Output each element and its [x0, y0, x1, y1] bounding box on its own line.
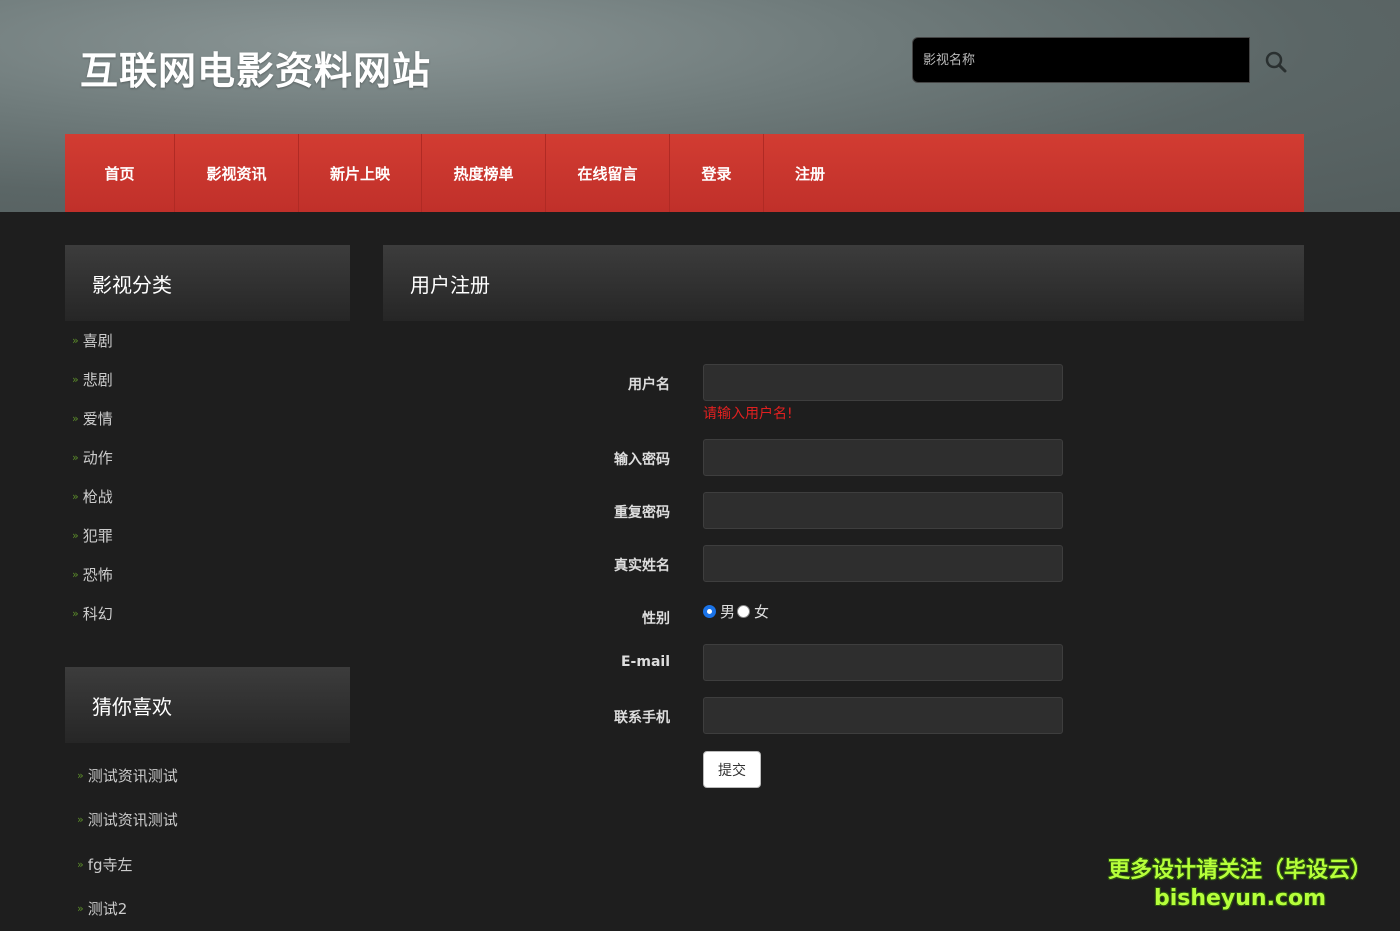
category-item[interactable]: » 爱情	[72, 399, 113, 438]
recommend-label: 测试2	[87, 900, 128, 919]
email-label: E-mail	[620, 654, 670, 670]
real-name-label: 真实姓名	[614, 558, 670, 574]
search-input[interactable]	[913, 38, 1249, 82]
nav-item-new-releases[interactable]: 新片上映	[299, 134, 422, 212]
category-list: » 喜剧 » 悲剧 » 爱情 » 动作 » 枪战 » 犯罪 » 恐怖 » 科幻	[72, 321, 113, 633]
nav-item-register[interactable]: 注册	[764, 134, 856, 212]
category-label: 动作	[82, 449, 113, 467]
category-label: 喜剧	[82, 332, 113, 350]
category-item[interactable]: » 枪战	[72, 477, 113, 516]
gender-radio-group: 男 女	[703, 601, 769, 622]
gender-male-radio[interactable]	[703, 605, 716, 618]
gender-female-label[interactable]: 女	[754, 601, 769, 622]
bullet-icon: »	[72, 451, 79, 464]
recommend-panel-title: 猜你喜欢	[65, 667, 350, 743]
username-field[interactable]	[703, 364, 1063, 401]
gender-label: 性别	[642, 611, 670, 627]
search-icon[interactable]	[1262, 48, 1290, 76]
watermark: 更多设计请关注（毕设云） bisheyun.com	[1108, 852, 1372, 911]
bullet-icon: »	[72, 568, 79, 581]
recommend-item[interactable]: » fg寺左	[77, 842, 178, 887]
site-title[interactable]: 互联网电影资料网站	[80, 40, 431, 95]
category-label: 恐怖	[82, 566, 113, 584]
nav-item-login[interactable]: 登录	[670, 134, 764, 212]
category-item[interactable]: » 科幻	[72, 594, 113, 633]
page-title: 用户注册	[383, 245, 1304, 321]
gender-male-label[interactable]: 男	[720, 601, 735, 622]
gender-female-radio[interactable]	[737, 605, 751, 618]
bullet-icon: »	[72, 373, 79, 386]
nav-item-guestbook[interactable]: 在线留言	[546, 134, 670, 212]
password-field[interactable]	[703, 439, 1063, 476]
bullet-icon: »	[72, 412, 79, 425]
bullet-icon: »	[72, 490, 79, 503]
category-panel-title: 影视分类	[65, 245, 350, 321]
search-box[interactable]	[912, 37, 1250, 83]
nav-item-home[interactable]: 首页	[65, 134, 175, 212]
password-label: 输入密码	[614, 452, 670, 468]
recommend-list: » 测试资讯测试 » 测试资讯测试 » fg寺左 » 测试2	[77, 753, 178, 931]
username-error: 请输入用户名!	[703, 406, 793, 422]
watermark-line2: bisheyun.com	[1153, 886, 1327, 911]
bullet-icon: »	[77, 813, 84, 827]
phone-label: 联系手机	[614, 710, 670, 726]
repeat-password-label: 重复密码	[614, 505, 670, 521]
username-label: 用户名	[628, 377, 670, 393]
watermark-line1: 更多设计请关注（毕设云）	[1107, 858, 1372, 883]
bullet-icon: »	[72, 334, 79, 347]
category-item[interactable]: » 悲剧	[72, 360, 113, 399]
repeat-password-field[interactable]	[703, 492, 1063, 529]
bullet-icon: »	[77, 768, 84, 782]
real-name-field[interactable]	[703, 545, 1063, 582]
email-field[interactable]	[703, 644, 1063, 681]
bullet-icon: »	[72, 607, 79, 620]
recommend-item[interactable]: » 测试资讯测试	[77, 798, 178, 843]
recommend-item[interactable]: » 测试资讯测试	[77, 753, 178, 798]
category-item[interactable]: » 犯罪	[72, 516, 113, 555]
category-label: 枪战	[82, 488, 113, 506]
recommend-item[interactable]: » 测试2	[77, 887, 178, 931]
category-label: 科幻	[82, 605, 113, 623]
category-label: 悲剧	[82, 371, 113, 389]
recommend-label: fg寺左	[87, 855, 133, 874]
bullet-icon: »	[77, 902, 84, 916]
recommend-label: 测试资讯测试	[87, 811, 178, 830]
nav-item-hot-ranking[interactable]: 热度榜单	[422, 134, 546, 212]
category-item[interactable]: » 喜剧	[72, 321, 113, 360]
category-label: 犯罪	[82, 527, 113, 545]
recommend-label: 测试资讯测试	[87, 766, 178, 785]
nav-item-news[interactable]: 影视资讯	[175, 134, 299, 212]
category-item[interactable]: » 动作	[72, 438, 113, 477]
category-item[interactable]: » 恐怖	[72, 555, 113, 594]
category-label: 爱情	[82, 410, 113, 428]
bullet-icon: »	[77, 857, 84, 871]
bullet-icon: »	[72, 529, 79, 542]
main-nav: 首页 影视资讯 新片上映 热度榜单 在线留言 登录 注册	[65, 134, 1304, 212]
submit-button[interactable]: 提交	[703, 751, 761, 788]
phone-field[interactable]	[703, 697, 1063, 734]
